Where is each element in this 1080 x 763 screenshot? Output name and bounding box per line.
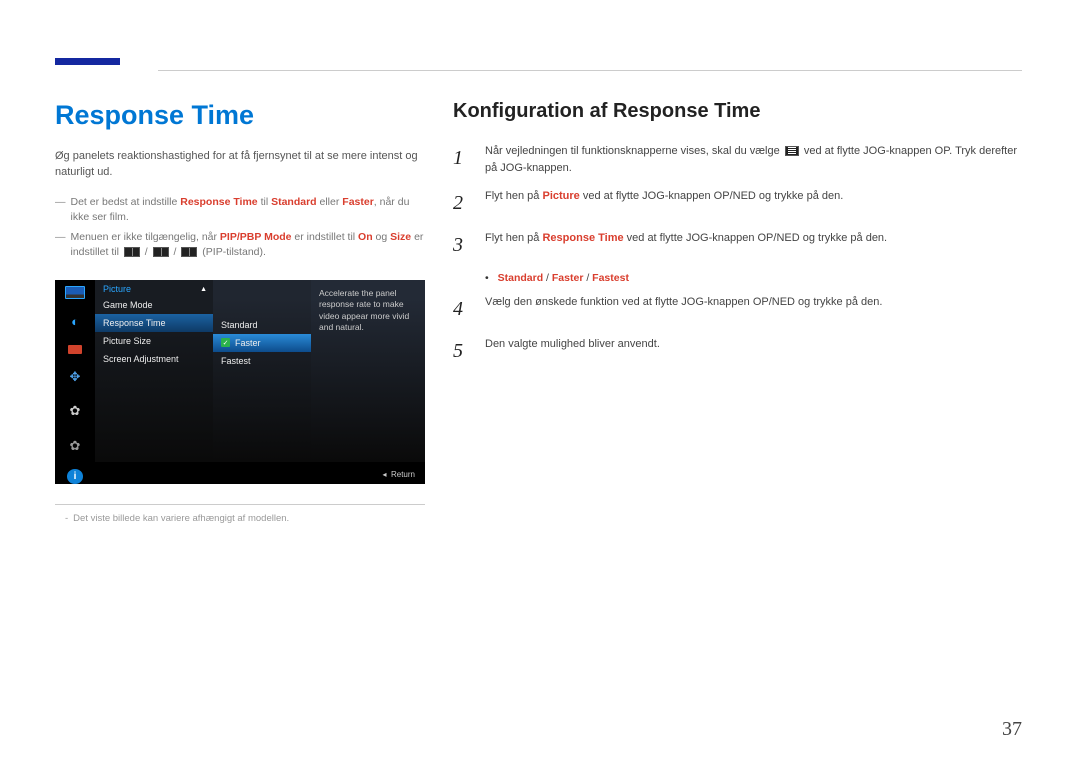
gear2-icon: ✿ (63, 435, 87, 457)
osd-sub-fastest: Fastest (213, 352, 311, 370)
osd-sub-faster-label: Faster (235, 338, 261, 348)
note-2: Menuen er ikke tilgængelig, når PIP/PBP … (55, 230, 425, 259)
step2-suf: ved at flytte JOG-knappen OP/NED og tryk… (580, 190, 844, 202)
section-title: Konfiguration af Response Time (453, 100, 1022, 123)
steps-list-2: Vælg den ønskede funktion ved at flytte … (453, 294, 1022, 366)
note1-mid2: eller (317, 196, 343, 208)
step-4: Vælg den ønskede funktion ved at flytte … (453, 294, 1022, 324)
step2-pic: Picture (542, 190, 579, 202)
osd-sub-standard: Standard (213, 316, 311, 334)
page-content: Response Time Øg panelets reaktionshasti… (55, 100, 1022, 524)
chapter-marker (55, 58, 120, 65)
note-1: Det er bedst at indstille Response Time … (55, 195, 425, 224)
left-column: Response Time Øg panelets reaktionshasti… (55, 100, 425, 524)
picture-icon: ◐ (63, 311, 87, 333)
step-1: Når vejledningen til funktionsknapperne … (453, 143, 1022, 176)
osd-sidebar: ◐ ✥ ✿ ✿ i (55, 280, 95, 484)
step4-text: Vælg den ønskede funktion ved at flytte … (485, 294, 882, 311)
note2-suf: (PIP-tilstand). (199, 246, 266, 258)
main-title: Response Time (55, 100, 425, 131)
info-icon: i (67, 469, 83, 484)
header-rule (158, 70, 1022, 71)
note1-rt: Response Time (180, 196, 257, 208)
note2-size: Size (390, 231, 411, 243)
opt-sep1: / (543, 272, 552, 284)
options-line: • Standard / Faster / Fastest (485, 272, 1022, 284)
osd-main: Picture ▲ Game Mode Response Time Pictur… (95, 280, 425, 462)
step-5: Den valgte mulighed bliver anvendt. (453, 336, 1022, 366)
note2-mid2: og (373, 231, 391, 243)
osd-col2: Standard ✓ Faster Fastest (213, 280, 311, 462)
check-icon: ✓ (221, 338, 230, 347)
osd-item-picturesize: Picture Size (95, 332, 213, 350)
opt-sep2: / (583, 272, 592, 284)
layout-icon-2 (153, 247, 169, 257)
osd-item-screenadj: Screen Adjustment (95, 350, 213, 368)
note2-pip: PIP/PBP Mode (220, 231, 292, 243)
footnote: Det viste billede kan variere afhængigt … (55, 513, 425, 524)
step3-suf: ved at flytte JOG-knappen OP/NED og tryk… (624, 232, 888, 244)
layout-icon-3 (181, 247, 197, 257)
note1-pre: Det er bedst at indstille (71, 196, 181, 208)
page-number: 37 (1002, 718, 1022, 741)
step5-text: Den valgte mulighed bliver anvendt. (485, 336, 660, 353)
osd-item-responsetime: Response Time (95, 314, 213, 332)
footnote-divider (55, 504, 425, 505)
opt-standard: Standard (498, 272, 544, 284)
note1-std: Standard (271, 196, 317, 208)
intro-text: Øg panelets reaktionshastighed for at få… (55, 149, 425, 181)
osd-return-label: Return (391, 470, 415, 479)
step3-rt: Response Time (542, 232, 623, 244)
monitor-icon (65, 286, 85, 299)
note1-mid: til (258, 196, 271, 208)
note2-pre: Menuen er ikke tilgængelig, når (71, 231, 220, 243)
step-2: Flyt hen på Picture ved at flytte JOG-kn… (453, 188, 1022, 218)
osd-sub-faster: ✓ Faster (213, 334, 311, 352)
gear-icon: ✿ (63, 400, 87, 422)
move-icon: ✥ (63, 366, 87, 388)
menu-icon (785, 146, 799, 156)
note2-mid: er indstillet til (292, 231, 359, 243)
layout-icon-1 (124, 247, 140, 257)
opt-faster: Faster (552, 272, 584, 284)
step3-pre: Flyt hen på (485, 232, 542, 244)
right-column: Konfiguration af Response Time Når vejle… (453, 100, 1022, 524)
step2-pre: Flyt hen på (485, 190, 542, 202)
osd-item-gamemode: Game Mode (95, 296, 213, 314)
osd-screenshot: ◐ ✥ ✿ ✿ i Picture ▲ Game Mode Response T… (55, 280, 425, 484)
osd-col1: Picture ▲ Game Mode Response Time Pictur… (95, 280, 213, 462)
steps-list: Når vejledningen til funktionsknapperne … (453, 143, 1022, 260)
opt-fastest: Fastest (592, 272, 629, 284)
osd-desc: Accelerate the panel response rate to ma… (311, 280, 425, 462)
step1-pre: Når vejledningen til funktionsknapperne … (485, 145, 783, 157)
step-3: Flyt hen på Response Time ved at flytte … (453, 230, 1022, 260)
pip-icon (68, 345, 82, 354)
osd-footer: ◂ Return (95, 466, 425, 484)
updown-icon: ▲ (200, 286, 207, 293)
osd-col1-title: Picture (95, 280, 213, 296)
note1-fst: Faster (342, 196, 374, 208)
note2-on: On (358, 231, 373, 243)
